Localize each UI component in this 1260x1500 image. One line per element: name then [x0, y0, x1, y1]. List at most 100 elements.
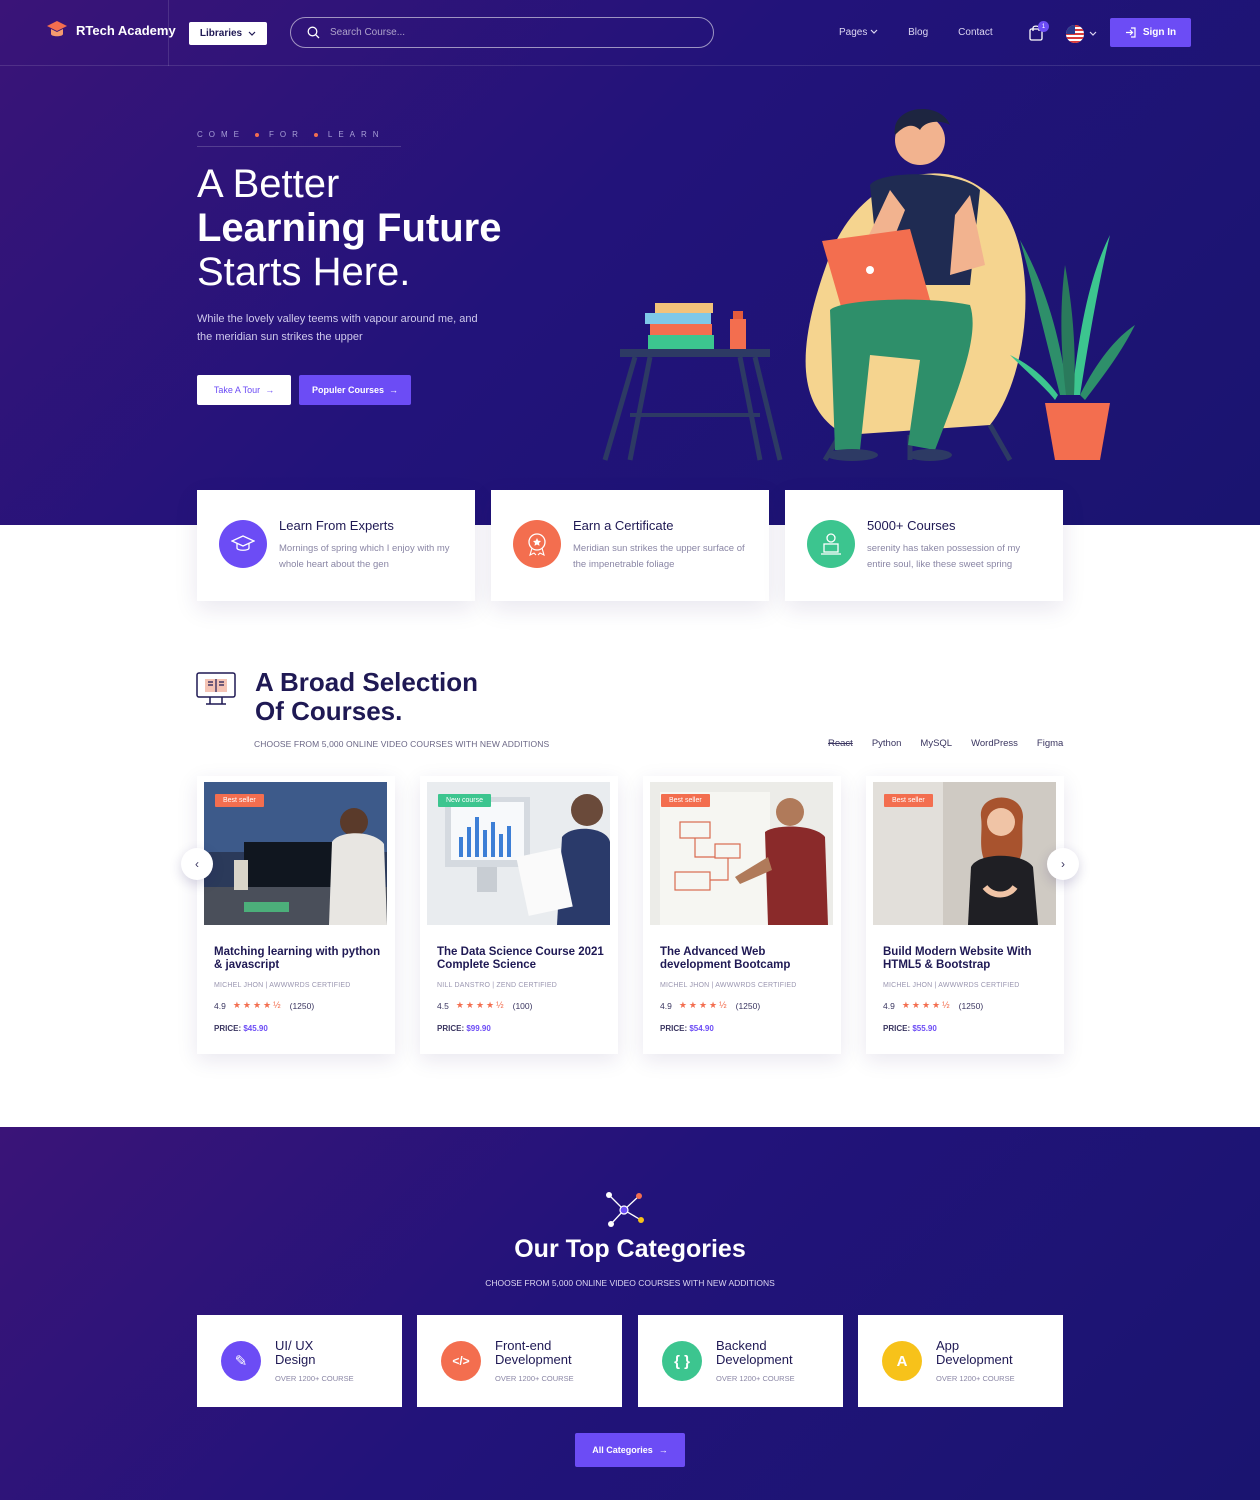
libraries-label: Libraries — [199, 28, 243, 39]
tab-figma[interactable]: Figma — [1037, 738, 1063, 749]
price-value: $55.90 — [912, 1024, 937, 1033]
course-card[interactable]: Best seller The Advanced Web development… — [643, 776, 841, 1054]
course-card[interactable]: New course The Data Science Course 2021 … — [420, 776, 618, 1054]
brand-logo[interactable]: RTech Academy — [46, 20, 176, 40]
chevron-left-icon: ‹ — [195, 857, 199, 871]
course-title[interactable]: The Data Science Course 2021 Complete Sc… — [437, 946, 607, 972]
popular-courses-button[interactable]: Populer Courses → — [299, 375, 411, 405]
network-nodes-icon — [606, 1192, 644, 1227]
pen-tool-icon: ✎ — [221, 1341, 261, 1381]
price-label: PRICE: — [660, 1024, 688, 1033]
hero-title-line: Learning Future — [197, 206, 502, 250]
course-price: PRICE: $99.90 — [437, 1024, 491, 1033]
course-rating: 4.9 ★★★★½ (1250) — [214, 1000, 314, 1011]
tab-react[interactable]: React — [828, 738, 853, 749]
category-title-line: Development — [716, 1352, 793, 1367]
category-course-count: OVER 1200+ COURSE — [495, 1374, 574, 1383]
search-bar[interactable]: Search Course... — [290, 17, 714, 48]
price-value: $99.90 — [466, 1024, 491, 1033]
language-selector[interactable] — [1065, 24, 1097, 44]
braces-icon: { } — [662, 1341, 702, 1381]
brand-name: RTech Academy — [76, 22, 176, 38]
sign-in-button[interactable]: Sign In — [1110, 18, 1191, 47]
section-title-line: A Broad Selection — [255, 667, 478, 697]
chevron-down-icon — [1089, 31, 1097, 36]
category-course-count: OVER 1200+ COURSE — [936, 1374, 1015, 1383]
feature-title: 5000+ Courses — [867, 518, 956, 533]
category-title-line: App — [936, 1338, 960, 1353]
category-title-line: Front-end — [495, 1338, 552, 1353]
category-title-line: Development — [936, 1352, 1013, 1367]
code-icon: </> — [441, 1341, 481, 1381]
course-price: PRICE: $45.90 — [214, 1024, 268, 1033]
all-categories-button[interactable]: All Categories → — [575, 1433, 685, 1467]
category-title: Front-end Development — [495, 1339, 574, 1367]
review-count: (1250) — [735, 1000, 761, 1011]
course-badge: Best seller — [661, 794, 710, 807]
us-flag-icon — [1066, 25, 1084, 43]
hero-title-line: Starts Here. — [197, 250, 411, 294]
libraries-dropdown[interactable]: Libraries — [189, 22, 267, 45]
nav-link-blog[interactable]: Blog — [908, 27, 928, 38]
category-title-line: Design — [275, 1352, 316, 1367]
course-card[interactable]: Best seller Build Modern Website With HT… — [866, 776, 1064, 1054]
categories-title: Our Top Categories — [514, 1235, 746, 1263]
category-title-line: Backend — [716, 1338, 767, 1353]
kicker-word: FOR — [269, 130, 304, 139]
category-title: UI/ UX Design — [275, 1339, 354, 1367]
logo-icon — [47, 21, 67, 37]
take-tour-button[interactable]: Take A Tour → — [197, 375, 291, 405]
nav-link-contact[interactable]: Contact — [958, 27, 992, 38]
chevron-right-icon: › — [1061, 857, 1065, 871]
course-badge: Best seller — [215, 794, 264, 807]
category-card[interactable]: ✎ UI/ UX Design OVER 1200+ COURSE — [197, 1315, 402, 1407]
star-rating-icon: ★★★★½ — [455, 1000, 506, 1010]
category-course-count: OVER 1200+ COURSE — [275, 1374, 354, 1383]
feature-card: Earn a Certificate Meridian sun strikes … — [491, 490, 769, 601]
sign-in-label: Sign In — [1142, 27, 1177, 38]
course-price: PRICE: $54.90 — [660, 1024, 714, 1033]
courses-section-title: A Broad Selection Of Courses. — [255, 668, 478, 726]
review-count: (1250) — [289, 1000, 315, 1011]
category-card[interactable]: </> Front-end Development OVER 1200+ COUR… — [417, 1315, 622, 1407]
category-card[interactable]: { } Backend Development OVER 1200+ COURSE — [638, 1315, 843, 1407]
course-rating: 4.5 ★★★★½ (100) — [437, 1000, 532, 1011]
price-value: $54.90 — [689, 1024, 714, 1033]
tab-python[interactable]: Python — [872, 738, 902, 749]
course-title[interactable]: Matching learning with python & javascri… — [214, 946, 384, 972]
category-title: Backend Development — [716, 1339, 795, 1367]
search-icon — [307, 26, 320, 39]
kicker-word: LEARN — [327, 130, 385, 139]
arrow-right-icon: → — [658, 1445, 668, 1455]
search-input[interactable]: Search Course... — [330, 27, 405, 38]
course-price: PRICE: $55.90 — [883, 1024, 937, 1033]
course-meta: MICHEL JHON | AWWWRDS CERTIFIED — [660, 982, 797, 989]
nav-link-pages-label: Pages — [839, 27, 868, 38]
arrow-right-icon: → — [265, 385, 275, 395]
price-label: PRICE: — [214, 1024, 242, 1033]
tab-mysql[interactable]: MySQL — [920, 738, 952, 749]
feature-description: Mornings of spring which I enjoy with my… — [279, 543, 450, 570]
rating-value: 4.9 — [214, 1000, 226, 1011]
course-meta: MICHEL JHON | AWWWRDS CERTIFIED — [883, 982, 1020, 989]
kicker-underline — [197, 146, 401, 147]
hero-title: A Better Learning Future Starts Here. — [197, 162, 501, 294]
course-title[interactable]: The Advanced Web development Bootcamp — [660, 946, 830, 972]
carousel-prev-button[interactable]: ‹ — [181, 848, 213, 880]
feature-title: Earn a Certificate — [573, 518, 674, 533]
take-tour-label: Take A Tour — [213, 385, 261, 395]
course-card[interactable]: Best seller Matching learning with pytho… — [197, 776, 395, 1054]
price-label: PRICE: — [437, 1024, 465, 1033]
cart-button[interactable]: 1 — [1028, 21, 1049, 47]
hero-section: RTech Academy Libraries Search Course...… — [0, 0, 1260, 525]
feature-description: serenity has taken possession of my enti… — [867, 543, 1021, 570]
tab-wordpress[interactable]: WordPress — [971, 738, 1018, 749]
feature-card: Learn From Experts Mornings of spring wh… — [197, 490, 475, 601]
feature-description: Meridian sun strikes the upper surface o… — [573, 543, 745, 570]
category-card[interactable]: A App Development OVER 1200+ COURSE — [858, 1315, 1063, 1407]
top-navbar: RTech Academy Libraries Search Course...… — [0, 0, 1260, 66]
nav-link-pages[interactable]: Pages — [839, 27, 878, 38]
review-count: (1250) — [958, 1000, 984, 1011]
carousel-next-button[interactable]: › — [1047, 848, 1079, 880]
course-title[interactable]: Build Modern Website With HTML5 & Bootst… — [883, 946, 1053, 972]
